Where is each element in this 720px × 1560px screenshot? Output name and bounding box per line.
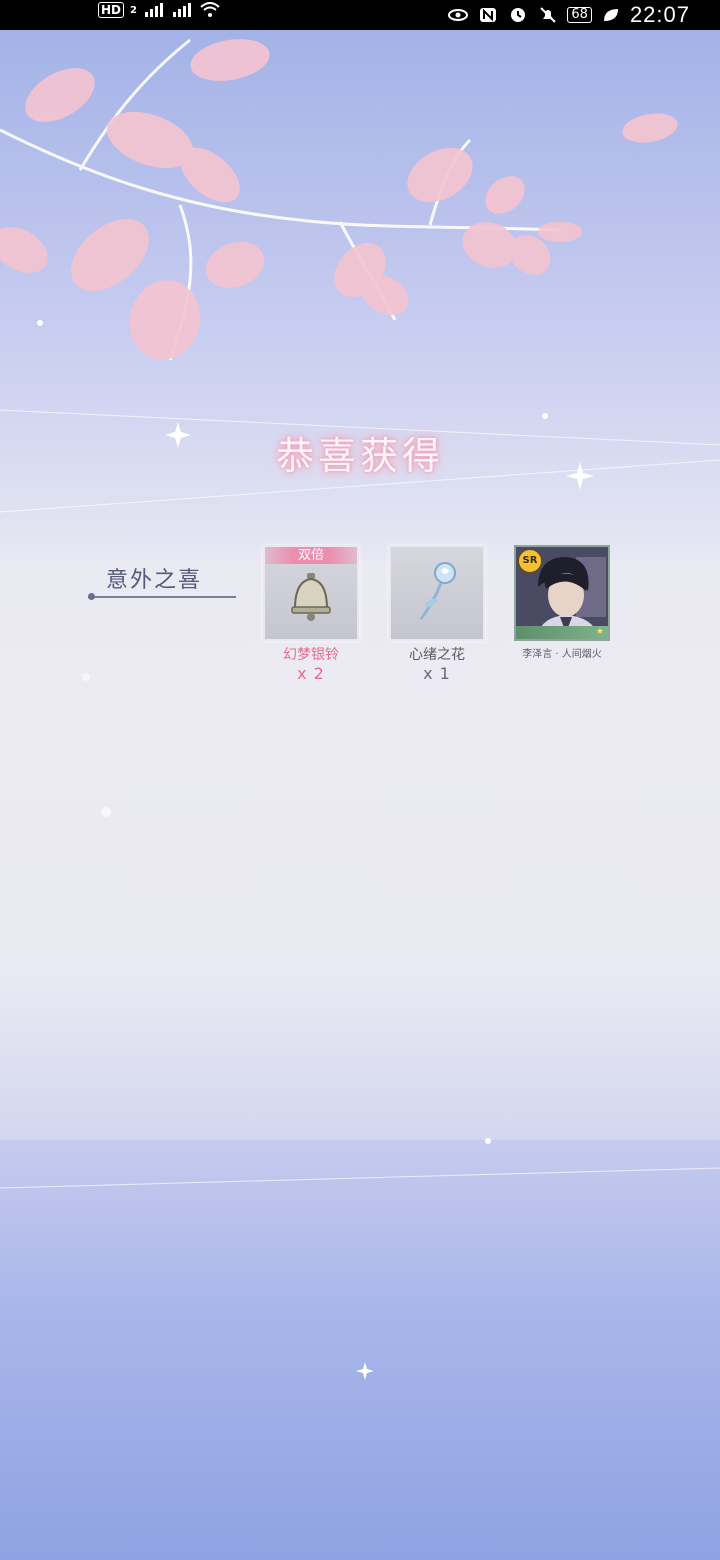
battery-indicator: 68 [567, 7, 592, 23]
alarm-icon [511, 8, 526, 22]
eye-icon [448, 9, 469, 21]
category-label: 意外之喜 [106, 568, 203, 593]
reward-icon-frame[interactable] [389, 545, 485, 641]
signal-icon [172, 3, 191, 17]
nfc-icon [480, 8, 497, 22]
category-divider [88, 596, 236, 598]
page-title: 恭喜获得 [275, 434, 444, 478]
reward-quantity: x 2 [297, 664, 325, 683]
character-card[interactable]: SR ★ [514, 545, 610, 641]
leaf-icon [603, 9, 618, 21]
reward-icon-frame[interactable]: 双倍 [263, 545, 359, 641]
card-name: 李泽言 · 人间烟火 [522, 649, 602, 660]
sim-number: 2 [130, 4, 137, 16]
reward-quantity: x 1 [423, 664, 451, 683]
reward-name: 幻梦银铃 [283, 647, 339, 663]
clock: 22:07 [629, 2, 690, 27]
rarity-badge: SR [518, 549, 542, 573]
mute-icon [540, 7, 557, 23]
status-bar: HD 2 68 22:07 [0, 0, 720, 30]
rose-icon [419, 562, 456, 620]
reward-item[interactable]: 心绪之花 x 1 [389, 545, 485, 683]
reward-category: 意外之喜 [88, 562, 238, 600]
category-dot [88, 593, 95, 600]
star-rating: ★ [516, 626, 608, 639]
signal-icon [144, 3, 163, 17]
reward-name: 心绪之花 [409, 647, 465, 663]
reward-card[interactable]: SR ★ 李泽言 · 人间烟火 [514, 545, 610, 660]
hd-badge: HD [98, 2, 125, 18]
reward-item[interactable]: 双倍 幻梦银铃 x 2 [263, 545, 359, 683]
double-badge: 双倍 [265, 547, 357, 564]
background-sky-bottom [0, 1140, 720, 1560]
wifi-icon [200, 2, 220, 17]
background-mist [0, 520, 720, 1160]
